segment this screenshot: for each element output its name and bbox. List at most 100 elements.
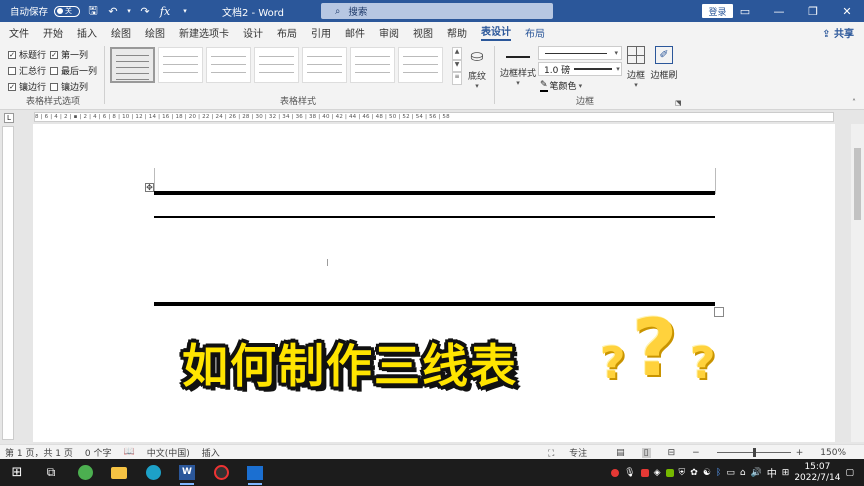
- windows-start-icon[interactable]: ⊞: [0, 459, 34, 486]
- search-box[interactable]: ⌕ 搜索: [321, 3, 553, 19]
- clock[interactable]: 15:07 2022/7/14: [794, 462, 840, 484]
- file-explorer-icon[interactable]: [102, 459, 136, 486]
- zoom-slider[interactable]: [716, 448, 791, 457]
- table-style-thumb[interactable]: [254, 47, 299, 83]
- ruler-scale[interactable]: 8 | 6 | 4 | 2 | ▪ | 2 | 4 | 6 | 8 | 10 |…: [34, 112, 834, 122]
- tray-app-icon-2[interactable]: ✿: [690, 468, 698, 478]
- collapse-ribbon-icon[interactable]: ˄: [852, 98, 856, 107]
- bluetooth-icon[interactable]: ᛒ: [716, 468, 721, 478]
- tab-mailings[interactable]: 邮件: [345, 25, 365, 40]
- tab-layout[interactable]: 布局: [277, 25, 297, 40]
- tray-app-icon-3[interactable]: ☯: [703, 468, 711, 478]
- language-indicator[interactable]: 中文(中国): [147, 446, 190, 459]
- video-app-icon[interactable]: [238, 459, 272, 486]
- table-style-thumb[interactable]: [350, 47, 395, 83]
- zoom-level[interactable]: 150%: [820, 448, 846, 458]
- close-button[interactable]: ✕: [830, 0, 864, 22]
- gallery-up-icon[interactable]: ▲: [452, 47, 462, 60]
- table-resize-handle[interactable]: [714, 307, 724, 317]
- table-style-thumb[interactable]: [302, 47, 347, 83]
- table-style-thumb[interactable]: [110, 47, 155, 83]
- borders-button[interactable]: 边框 ▾: [624, 46, 648, 89]
- read-mode-icon[interactable]: ▤: [616, 448, 625, 458]
- checkbox[interactable]: [50, 66, 58, 75]
- tab-table-layout[interactable]: 布局: [525, 25, 545, 40]
- ime-indicator[interactable]: 中: [767, 465, 777, 480]
- equation-icon[interactable]: fx: [158, 5, 172, 18]
- redo-icon[interactable]: ↷: [138, 5, 152, 18]
- tab-draw-2[interactable]: 绘图: [145, 25, 165, 40]
- pen-color-button[interactable]: ✎ 笔颜色 ▾: [540, 79, 582, 92]
- volume-icon[interactable]: 🔊: [751, 468, 762, 478]
- task-view-icon[interactable]: ⧉: [34, 459, 68, 486]
- shading-button[interactable]: ⛀ 底纹 ▾: [466, 46, 488, 90]
- table-style-thumb[interactable]: [206, 47, 251, 83]
- tab-view[interactable]: 视图: [413, 25, 433, 40]
- table-style-thumb[interactable]: [158, 47, 203, 83]
- table-style-thumb[interactable]: [398, 47, 443, 83]
- ime-mode-icon[interactable]: ⊞: [782, 468, 790, 478]
- option-banded-columns[interactable]: 镶边列: [50, 80, 88, 93]
- border-styles-button[interactable]: 边框样式 ▾: [500, 50, 536, 87]
- tray-security-icon[interactable]: ⛨: [679, 468, 686, 478]
- checkbox[interactable]: ✓: [8, 82, 16, 91]
- proofing-icon[interactable]: 📖: [124, 447, 135, 457]
- tab-help[interactable]: 帮助: [447, 25, 467, 40]
- vertical-ruler[interactable]: [2, 126, 14, 440]
- undo-icon[interactable]: ↶: [106, 5, 120, 18]
- table-move-handle-icon[interactable]: ✥: [145, 183, 154, 192]
- checkbox[interactable]: [50, 82, 58, 91]
- focus-mode-button[interactable]: ⛶ 专注: [548, 446, 599, 459]
- line-style-select[interactable]: ▾: [538, 46, 622, 60]
- share-button[interactable]: ⇪ 共享: [822, 25, 854, 40]
- vertical-scrollbar[interactable]: [851, 124, 864, 442]
- web-layout-icon[interactable]: ⊟: [668, 448, 676, 458]
- undo-dropdown-icon[interactable]: ▾: [126, 7, 132, 15]
- checkbox[interactable]: ✓: [50, 50, 58, 59]
- ribbon-display-icon[interactable]: ▭: [728, 0, 762, 22]
- app-green-icon[interactable]: [68, 459, 102, 486]
- line-weight-select[interactable]: 1.0 磅 ▾: [538, 62, 622, 76]
- tab-home[interactable]: 开始: [43, 25, 63, 40]
- border-painter-button[interactable]: ✐ 边框刷: [650, 46, 678, 81]
- restore-button[interactable]: ❐: [796, 0, 830, 22]
- zoom-slider-thumb[interactable]: [752, 448, 756, 457]
- tab-review[interactable]: 审阅: [379, 25, 399, 40]
- scrollbar-thumb[interactable]: [854, 148, 861, 220]
- tray-app-icon[interactable]: ◈: [654, 468, 661, 478]
- notification-icon[interactable]: ▢: [845, 468, 854, 478]
- tab-table-design[interactable]: 表设计: [481, 23, 511, 41]
- word-count[interactable]: 0 个字: [85, 446, 112, 459]
- customize-toolbar-icon[interactable]: ▾: [178, 7, 192, 15]
- option-last-column[interactable]: 最后一列: [50, 64, 97, 77]
- tab-stop-selector[interactable]: L: [4, 113, 14, 123]
- zoom-out-button[interactable]: −: [692, 448, 700, 458]
- tab-insert[interactable]: 插入: [77, 25, 97, 40]
- tab-new-tab[interactable]: 新建选项卡: [179, 25, 229, 40]
- record-icon[interactable]: [611, 468, 620, 477]
- minimize-button[interactable]: —: [762, 0, 796, 22]
- gallery-down-icon[interactable]: ▼: [452, 59, 462, 73]
- gallery-more-icon[interactable]: ≡: [452, 72, 462, 86]
- microphone-icon[interactable]: 🎙: [624, 468, 635, 478]
- autosave-toggle[interactable]: 关: [54, 5, 81, 17]
- tab-file[interactable]: 文件: [9, 25, 29, 40]
- page-count[interactable]: 第 1 页，共 1 页: [5, 446, 73, 459]
- recorder-app-icon[interactable]: [204, 459, 238, 486]
- zoom-in-button[interactable]: +: [796, 448, 804, 458]
- edge-browser-icon[interactable]: [136, 459, 170, 486]
- insert-mode[interactable]: 插入: [202, 446, 220, 459]
- tab-references[interactable]: 引用: [311, 25, 331, 40]
- nvidia-icon[interactable]: [665, 468, 674, 477]
- tab-draw[interactable]: 绘图: [111, 25, 131, 40]
- tray-app-red-icon[interactable]: [640, 468, 649, 477]
- option-banded-rows[interactable]: ✓ 镶边行: [8, 80, 46, 93]
- save-icon[interactable]: 🖫: [86, 2, 100, 21]
- checkbox[interactable]: [8, 66, 16, 75]
- word-app-icon[interactable]: W: [170, 459, 204, 486]
- tab-design[interactable]: 设计: [243, 25, 263, 40]
- option-first-column[interactable]: ✓ 第一列: [50, 48, 88, 61]
- option-header-row[interactable]: ✓ 标题行: [8, 48, 46, 61]
- display-icon[interactable]: ▭: [726, 468, 735, 478]
- borders-dialog-launcher-icon[interactable]: ⬔: [675, 99, 682, 107]
